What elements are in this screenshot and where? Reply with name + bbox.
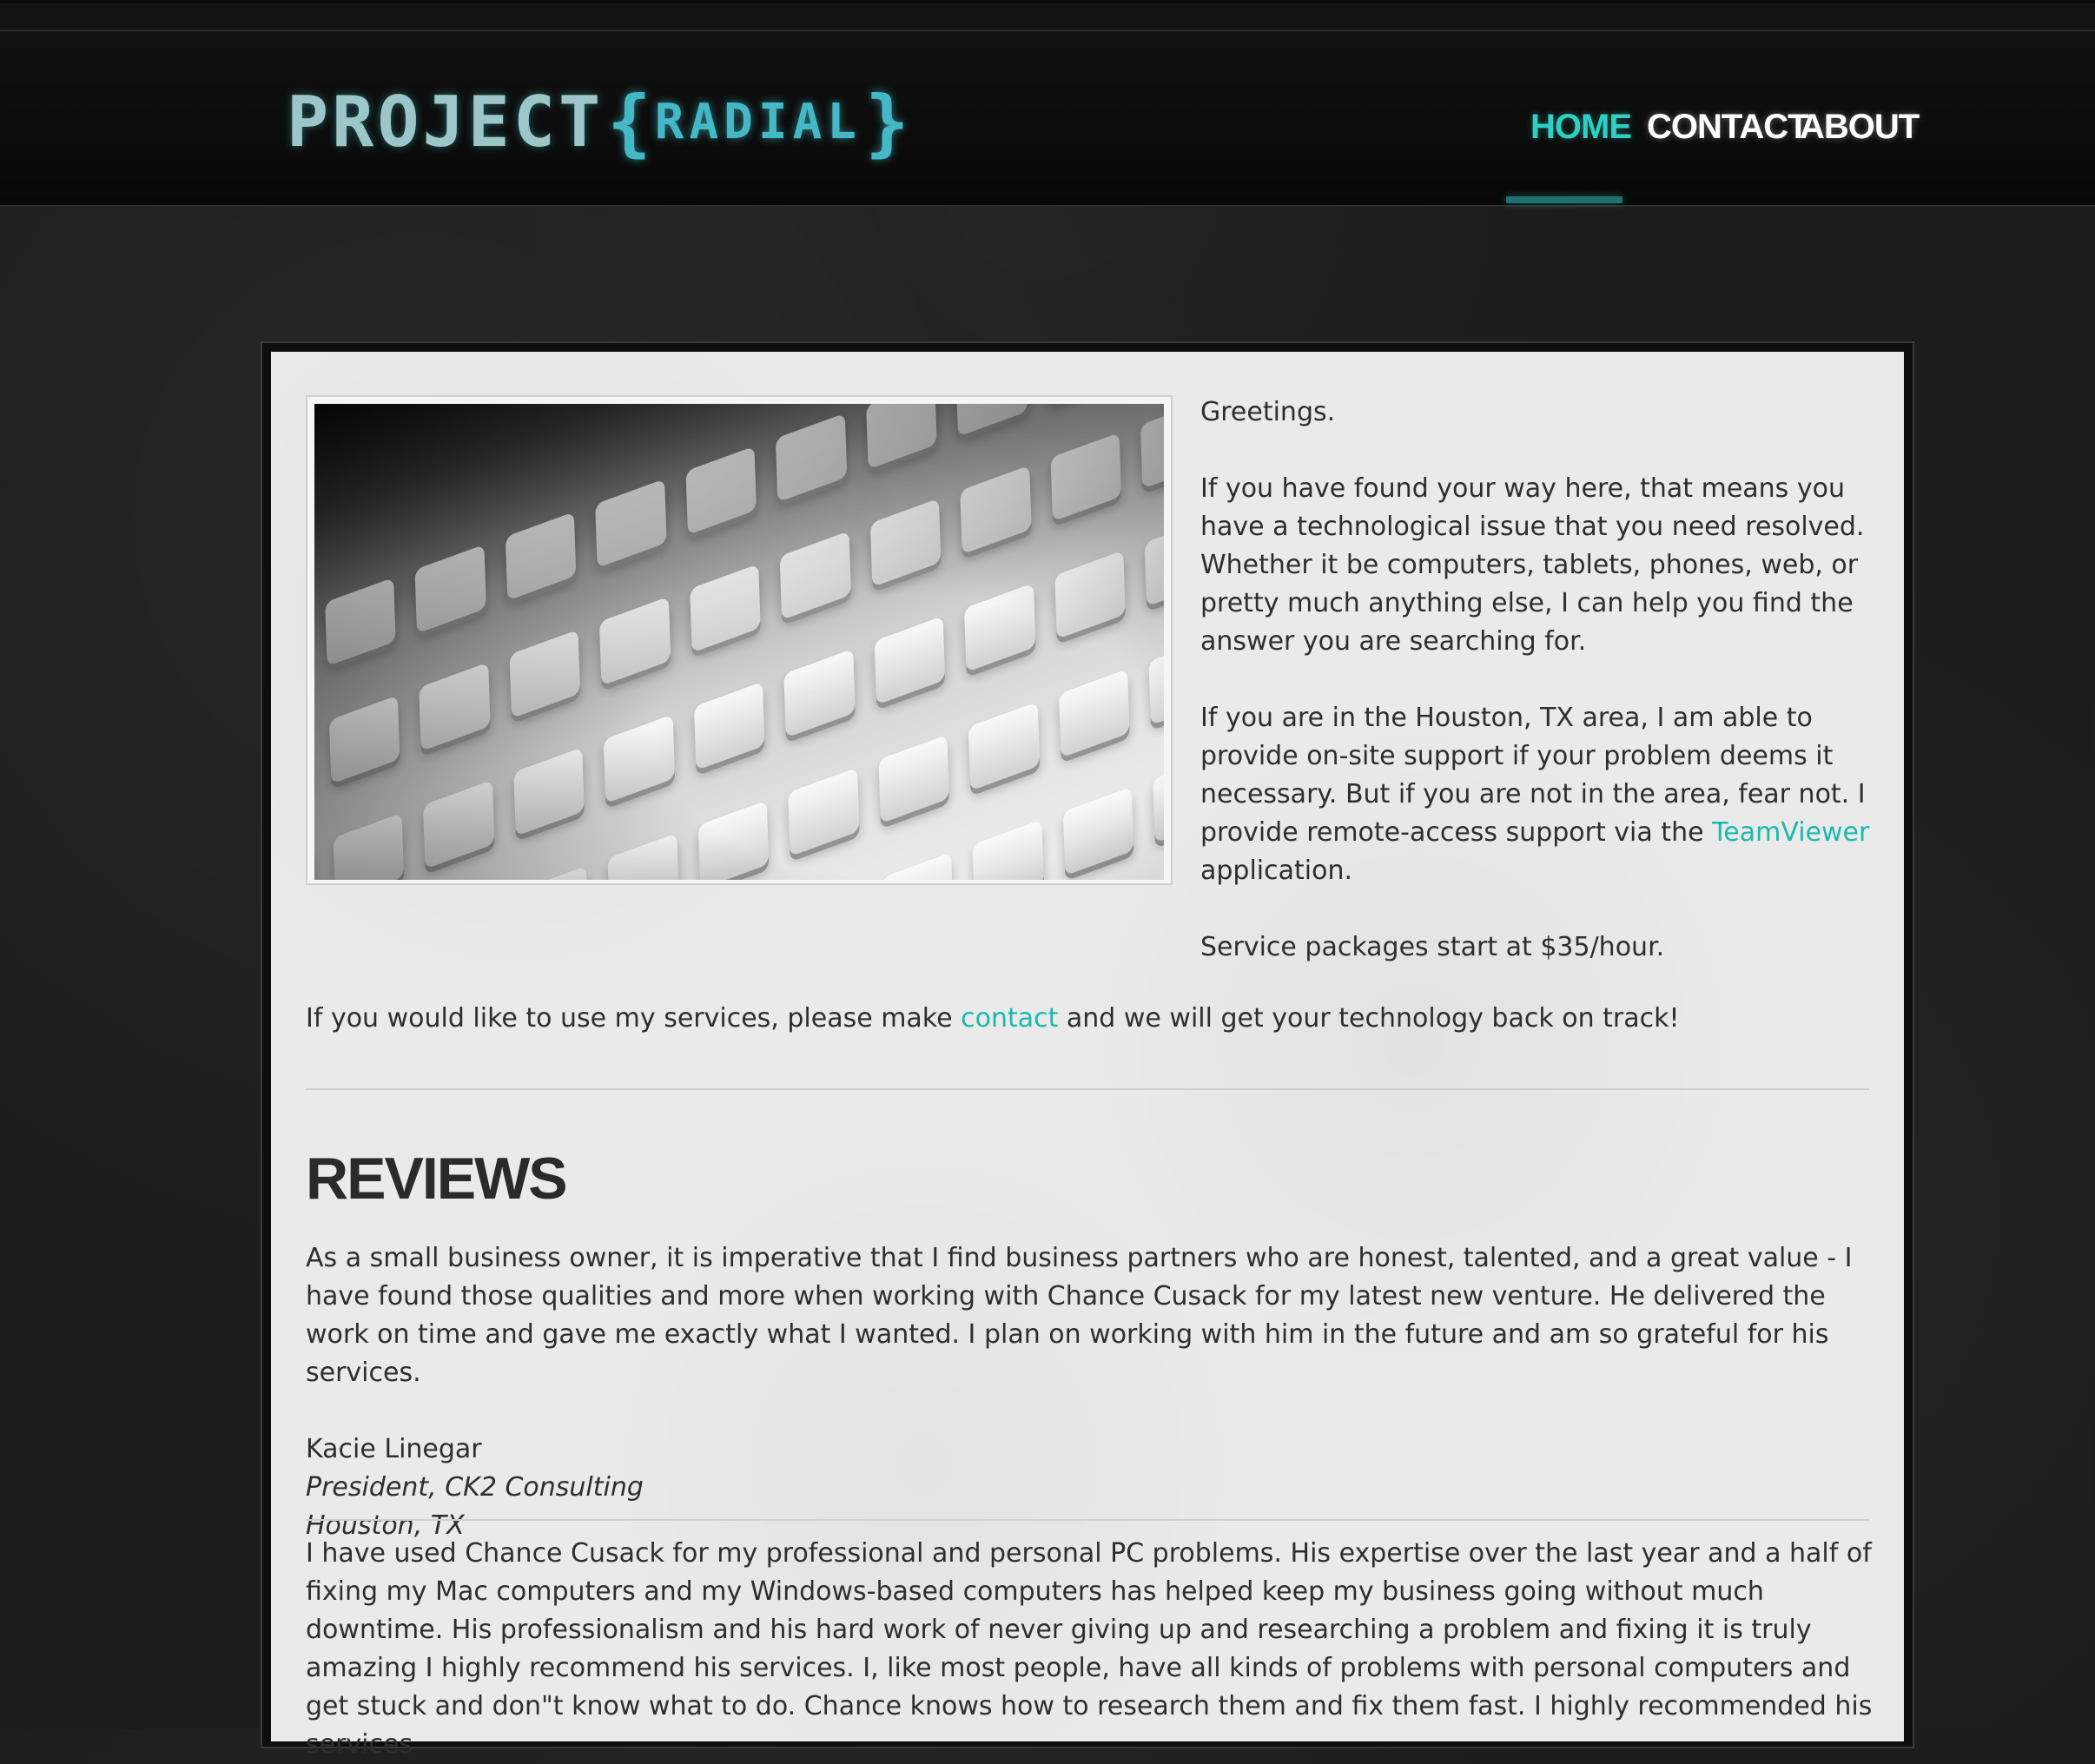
- review-quote: I have used Chance Cusack for my profess…: [306, 1538, 1873, 1760]
- review-quote: As a small business owner, it is imperat…: [306, 1243, 1853, 1388]
- review-item: I have used Chance Cusack for my profess…: [306, 1535, 1887, 1764]
- section-divider: [306, 1088, 1869, 1090]
- header-bottom-rule: [0, 205, 2095, 207]
- intro-pricing: Service packages start at $35/hour.: [1200, 932, 1665, 962]
- contact-link[interactable]: contact: [961, 1003, 1058, 1034]
- intro-paragraph-2: If you are in the Houston, TX area, I am…: [1200, 699, 1878, 890]
- cta-after: and we will get your technology back on …: [1058, 1003, 1680, 1034]
- review-author: Kacie Linegar: [306, 1434, 482, 1464]
- nav-active-indicator: [1506, 196, 1622, 203]
- reviews-heading: REVIEWS: [306, 1146, 568, 1212]
- nav-contact-link[interactable]: CONTACT: [1647, 101, 1809, 153]
- nav-about-link[interactable]: ABOUT: [1800, 101, 1920, 153]
- cta-before: If you would like to use my services, pl…: [306, 1003, 962, 1034]
- hero-image-frame: [306, 395, 1173, 885]
- call-to-action: If you would like to use my services, pl…: [306, 1000, 1869, 1038]
- intro-greeting: Greetings.: [1200, 397, 1336, 427]
- photo-vignette: [314, 404, 1164, 880]
- nav-home-link[interactable]: HOME: [1530, 101, 1632, 153]
- review-item: As a small business owner, it is imperat…: [306, 1239, 1869, 1545]
- keyboard-photo: [314, 404, 1164, 880]
- header-top-rule: [0, 30, 2095, 31]
- site-header: PROJECT { RADIAL } HOME CONTACT ABOUT: [0, 0, 2095, 207]
- content-panel: Greetings. If you have found your way he…: [271, 352, 1904, 1760]
- intro-p2-after: application.: [1200, 856, 1353, 886]
- review-author-role: President, CK2 Consulting: [306, 1472, 644, 1503]
- intro-paragraph-1: If you have found your way here, that me…: [1200, 473, 1865, 657]
- teamviewer-link[interactable]: TeamViewer: [1712, 817, 1869, 848]
- review-divider: [306, 1519, 1869, 1521]
- main-nav: HOME CONTACT ABOUT: [0, 101, 2095, 153]
- intro-text: Greetings. If you have found your way he…: [1200, 393, 1878, 1005]
